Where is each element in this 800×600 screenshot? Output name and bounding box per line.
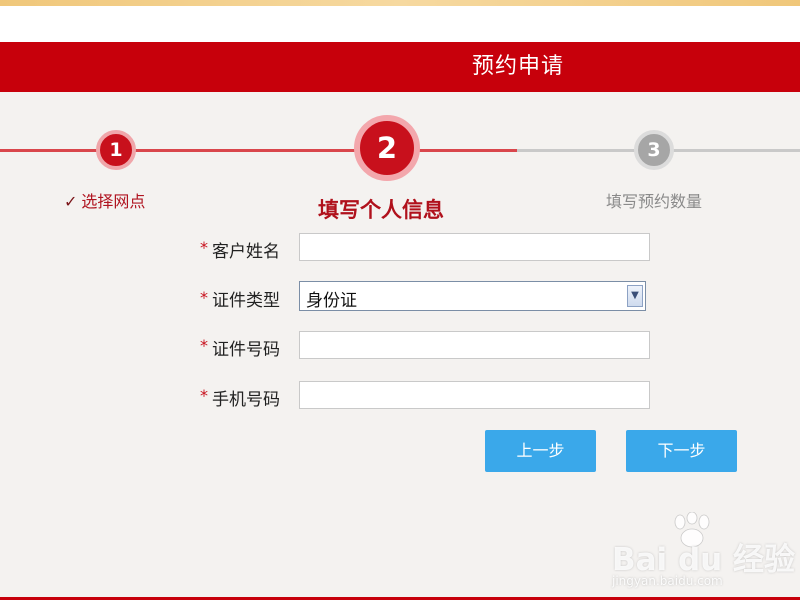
form-row-phone: * 手机号码 (0, 381, 800, 411)
step-2-label: 填写个人信息 (318, 198, 444, 222)
id-number-input[interactable] (299, 331, 650, 359)
next-step-button[interactable]: 下一步 (626, 430, 737, 472)
form-row-customer-name: * 客户姓名 (0, 233, 800, 263)
step-2-circle: 2 (354, 115, 420, 181)
previous-step-button[interactable]: 上一步 (485, 430, 596, 472)
phone-number-input[interactable] (299, 381, 650, 409)
id-type-select[interactable]: 身份证 ▼ (299, 281, 646, 311)
id-number-label: 证件号码 (212, 340, 280, 360)
step-3-label: 填写预约数量 (606, 192, 703, 211)
form-row-id-type: * 证件类型 身份证 ▼ (0, 281, 800, 311)
id-type-selected-value: 身份证 (306, 291, 357, 311)
required-mark: * (200, 288, 208, 307)
watermark-brand: Bai du 经验 (612, 542, 796, 578)
chevron-down-icon[interactable]: ▼ (627, 285, 643, 307)
page-title: 预约申请 (471, 54, 564, 79)
baidu-jingyan-watermark: Bai du 经验 jingyan.baidu.com (612, 512, 796, 592)
required-mark: * (200, 238, 208, 257)
required-mark: * (200, 336, 208, 355)
progress-line-completed (0, 149, 517, 152)
form-row-id-number: * 证件号码 (0, 331, 800, 361)
step-progress: 1 2 3 ✓ 选择网点 填写个人信息 填写预约数量 (0, 92, 800, 232)
customer-name-label: 客户姓名 (212, 242, 280, 262)
required-mark: * (200, 386, 208, 405)
customer-name-input[interactable] (299, 233, 650, 261)
page-header: 预约申请 (0, 42, 800, 92)
check-icon: ✓ (64, 192, 78, 211)
watermark-url: jingyan.baidu.com (612, 574, 723, 588)
step-1-label-group: ✓ 选择网点 (64, 188, 145, 212)
step-1-label: 选择网点 (81, 192, 146, 211)
top-blank-area (0, 6, 800, 42)
step-3-circle: 3 (634, 130, 674, 170)
id-type-label: 证件类型 (212, 291, 280, 311)
step-1-circle: 1 (96, 130, 136, 170)
phone-number-label: 手机号码 (212, 390, 280, 410)
